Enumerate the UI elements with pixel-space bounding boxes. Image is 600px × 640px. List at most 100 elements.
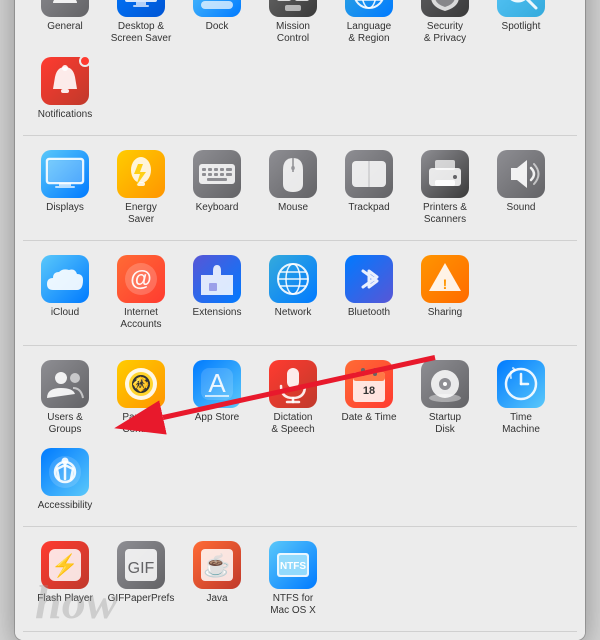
- pref-flash[interactable]: ⚡ Flash Player: [27, 535, 103, 623]
- notifications-badge: [79, 55, 91, 67]
- pref-datetime[interactable]: 18 Date & Time: [331, 354, 407, 442]
- pref-displays[interactable]: Displays: [27, 144, 103, 232]
- printers-icon: [421, 150, 469, 198]
- desktop-icon: 📄: [117, 0, 165, 17]
- pref-dictation[interactable]: Dictation & Speech: [255, 354, 331, 442]
- pref-startup[interactable]: Startup Disk: [407, 354, 483, 442]
- flash-icon: ⚡: [41, 541, 89, 589]
- pref-appstore[interactable]: A App Store: [179, 354, 255, 442]
- datetime-label: Date & Time: [341, 412, 396, 424]
- mission-label: Mission Control: [276, 21, 310, 45]
- startup-icon: [421, 360, 469, 408]
- network-icon: [269, 255, 317, 303]
- trackpad-icon: [345, 150, 393, 198]
- energy-label: Energy Saver: [125, 202, 157, 226]
- network-label: Network: [275, 307, 312, 319]
- users-label: Users & Groups: [47, 412, 83, 436]
- pref-trackpad[interactable]: Trackpad: [331, 144, 407, 232]
- pref-bluetooth[interactable]: Bluetooth: [331, 249, 407, 337]
- pref-dock[interactable]: Dock: [179, 0, 255, 51]
- accessibility-icon: [41, 448, 89, 496]
- mouse-label: Mouse: [278, 202, 308, 214]
- icloud-label: iCloud: [51, 307, 79, 319]
- pref-extensions[interactable]: Extensions: [179, 249, 255, 337]
- section-system: Users & Groups 🚸 Parental Controls: [23, 346, 577, 527]
- extensions-label: Extensions: [193, 307, 242, 319]
- pref-printers[interactable]: Printers & Scanners: [407, 144, 483, 232]
- dictation-icon: [269, 360, 317, 408]
- pref-keyboard[interactable]: Keyboard: [179, 144, 255, 232]
- svg-text:A: A: [208, 368, 226, 398]
- pref-mission[interactable]: Mission Control: [255, 0, 331, 51]
- svg-text:🚸: 🚸: [132, 375, 149, 392]
- displays-icon: [41, 150, 89, 198]
- pref-mouse[interactable]: Mouse: [255, 144, 331, 232]
- section-internet: iCloud @ Internet Accounts: [23, 241, 577, 346]
- pref-notifications[interactable]: Notifications: [27, 51, 103, 127]
- svg-text:☕: ☕: [203, 552, 230, 578]
- section-other: ⚡ Flash Player GIF GIFPaperPrefs: [23, 527, 577, 632]
- pref-internet[interactable]: @ Internet Accounts: [103, 249, 179, 337]
- pref-sound[interactable]: Sound: [483, 144, 559, 232]
- pref-timemachine[interactable]: Time Machine: [483, 354, 559, 442]
- svg-text:!: !: [443, 276, 448, 292]
- notifications-icon: [41, 57, 89, 105]
- timemachine-icon: [497, 360, 545, 408]
- pref-spotlight[interactable]: Spotlight: [483, 0, 559, 51]
- language-icon: [345, 0, 393, 17]
- gifpaper-icon: GIF: [117, 541, 165, 589]
- sound-label: Sound: [507, 202, 536, 214]
- language-label: Language & Region: [347, 21, 392, 45]
- startup-label: Startup Disk: [429, 412, 461, 436]
- appstore-icon: A: [193, 360, 241, 408]
- pref-general[interactable]: General: [27, 0, 103, 51]
- pref-desktop[interactable]: 📄 Desktop & Screen Saver: [103, 0, 179, 51]
- pref-energy[interactable]: Energy Saver: [103, 144, 179, 232]
- section-hardware: Displays Energy Saver: [23, 136, 577, 241]
- sharing-icon: !: [421, 255, 469, 303]
- pref-ntfs[interactable]: NTFS NTFS for Mac OS X: [255, 535, 331, 623]
- mission-icon: [269, 0, 317, 17]
- notifications-label: Notifications: [38, 109, 92, 121]
- pref-network[interactable]: Network: [255, 249, 331, 337]
- svg-text:18: 18: [363, 385, 375, 397]
- spotlight-icon: [497, 0, 545, 17]
- pref-icloud[interactable]: iCloud: [27, 249, 103, 337]
- pref-language[interactable]: Language & Region: [331, 0, 407, 51]
- printers-label: Printers & Scanners: [423, 202, 467, 226]
- desktop-label: Desktop & Screen Saver: [111, 21, 172, 45]
- svg-text:GIF: GIF: [128, 560, 155, 577]
- pref-parental[interactable]: 🚸 Parental Controls: [103, 354, 179, 442]
- gifpaper-label: GIFPaperPrefs: [108, 593, 175, 605]
- bluetooth-label: Bluetooth: [348, 307, 390, 319]
- svg-text:@: @: [130, 266, 151, 291]
- internet-label: Internet Accounts: [120, 307, 161, 331]
- flash-label: Flash Player: [37, 593, 93, 605]
- accessibility-label: Accessibility: [38, 500, 92, 512]
- pref-security[interactable]: Security & Privacy: [407, 0, 483, 51]
- displays-label: Displays: [46, 202, 84, 214]
- pref-users[interactable]: Users & Groups: [27, 354, 103, 442]
- bluetooth-icon: [345, 255, 393, 303]
- icloud-icon: [41, 255, 89, 303]
- section-personal: General 📄 Desktop & Screen Saver: [23, 0, 577, 136]
- security-icon: [421, 0, 469, 17]
- pref-accessibility[interactable]: Accessibility: [27, 442, 103, 518]
- svg-text:⚡: ⚡: [51, 553, 78, 579]
- java-label: Java: [206, 593, 227, 605]
- dock-label: Dock: [206, 21, 229, 33]
- system-preferences-window: ‹ › ⠿ System Preferences 🔍 Search Genera…: [15, 0, 585, 640]
- ntfs-icon: NTFS: [269, 541, 317, 589]
- security-label: Security & Privacy: [424, 21, 466, 45]
- appstore-label: App Store: [195, 412, 239, 424]
- dock-icon: [193, 0, 241, 17]
- sound-icon: [497, 150, 545, 198]
- internet-icon: @: [117, 255, 165, 303]
- pref-java[interactable]: ☕ Java: [179, 535, 255, 623]
- pref-gifpaper[interactable]: GIF GIFPaperPrefs: [103, 535, 179, 623]
- extensions-icon: [193, 255, 241, 303]
- parental-label: Parental Controls: [122, 412, 159, 436]
- trackpad-label: Trackpad: [348, 202, 389, 214]
- general-label: General: [47, 21, 83, 33]
- pref-sharing[interactable]: ! Sharing: [407, 249, 483, 337]
